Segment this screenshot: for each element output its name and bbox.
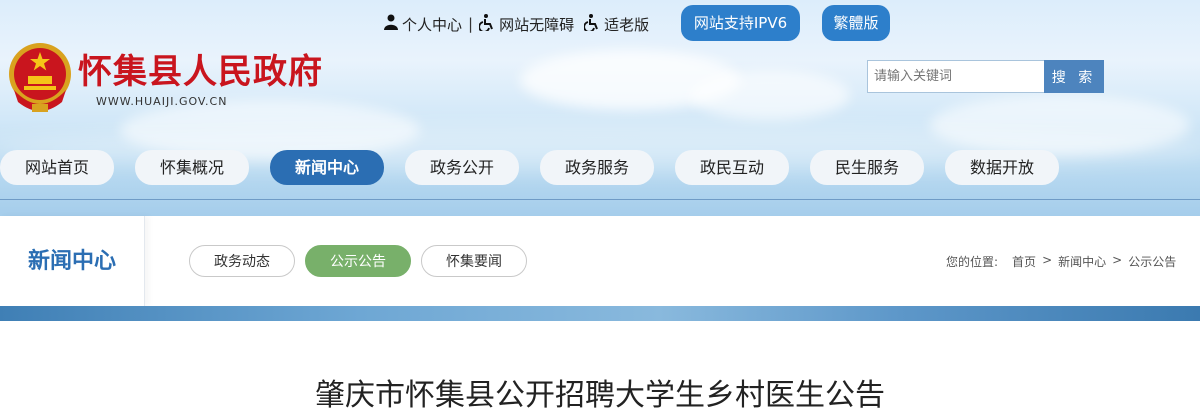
- breadcrumb-announcements[interactable]: 公示公告: [1128, 253, 1176, 270]
- top-utility-bar: 个人中心 | 网站无障碍 适老版: [384, 6, 649, 42]
- accessibility-icon: [583, 13, 600, 35]
- breadcrumb: 您的位置: 首页 > 新闻中心 > 公示公告: [946, 253, 1176, 270]
- accessibility-icon: [478, 13, 495, 35]
- breadcrumb-separator: >: [1042, 253, 1053, 267]
- separator: |: [468, 15, 474, 33]
- ipv6-button[interactable]: 网站支持IPV6: [681, 5, 800, 41]
- personal-center-label: 个人中心: [402, 15, 463, 34]
- background-cloud: [690, 70, 850, 120]
- elderly-mode-label: 适老版: [604, 15, 650, 34]
- tab-huaiji-news[interactable]: 怀集要闻: [421, 245, 527, 277]
- decorative-landscape-band: [0, 306, 1200, 321]
- nav-item-government-affairs[interactable]: 政务公开: [405, 150, 519, 185]
- traditional-chinese-button[interactable]: 繁體版: [822, 5, 890, 41]
- main-nav: 网站首页 怀集概况 新闻中心 政务公开 政务服务 政民互动 民生服务 数据开放: [0, 150, 1200, 185]
- search-input[interactable]: [867, 60, 1044, 93]
- breadcrumb-prefix: 您的位置:: [946, 255, 999, 269]
- site-header: 个人中心 | 网站无障碍 适老版 网站支持IPV6 繁體版 怀集县人民政府 WW…: [0, 0, 1200, 216]
- nav-divider: [0, 199, 1200, 200]
- accessibility-link[interactable]: 网站无障碍: [478, 13, 575, 35]
- nav-item-news-center[interactable]: 新闻中心: [270, 150, 384, 185]
- nav-item-interaction[interactable]: 政民互动: [675, 150, 789, 185]
- site-url: WWW.HUAIJI.GOV.CN: [96, 95, 228, 108]
- tab-government-news[interactable]: 政务动态: [189, 245, 295, 277]
- breadcrumb-news-center[interactable]: 新闻中心: [1058, 253, 1106, 270]
- search-button[interactable]: 搜 索: [1044, 60, 1104, 93]
- accessibility-label: 网站无障碍: [499, 15, 575, 34]
- article-title: 肇庆市怀集县公开招聘大学生乡村医生公告: [315, 378, 885, 413]
- tab-announcements[interactable]: 公示公告: [305, 245, 411, 277]
- national-emblem-logo: [6, 40, 74, 114]
- section-title: 新闻中心: [0, 216, 145, 306]
- section-bar: 新闻中心 政务动态 公示公告 怀集要闻 您的位置: 首页 > 新闻中心 > 公示…: [0, 216, 1200, 306]
- breadcrumb-separator: >: [1112, 253, 1123, 267]
- nav-item-overview[interactable]: 怀集概况: [135, 150, 249, 185]
- personal-center-link[interactable]: 个人中心: [384, 14, 462, 35]
- nav-item-government-services[interactable]: 政务服务: [540, 150, 654, 185]
- nav-item-livelihood[interactable]: 民生服务: [810, 150, 924, 185]
- site-name: 怀集县人民政府: [78, 52, 323, 92]
- nav-item-open-data[interactable]: 数据开放: [945, 150, 1059, 185]
- nav-item-home[interactable]: 网站首页: [0, 150, 114, 185]
- breadcrumb-home[interactable]: 首页: [1012, 253, 1036, 270]
- elderly-mode-link[interactable]: 适老版: [583, 13, 650, 35]
- search-bar: 搜 索: [867, 60, 1104, 93]
- person-icon: [384, 14, 398, 34]
